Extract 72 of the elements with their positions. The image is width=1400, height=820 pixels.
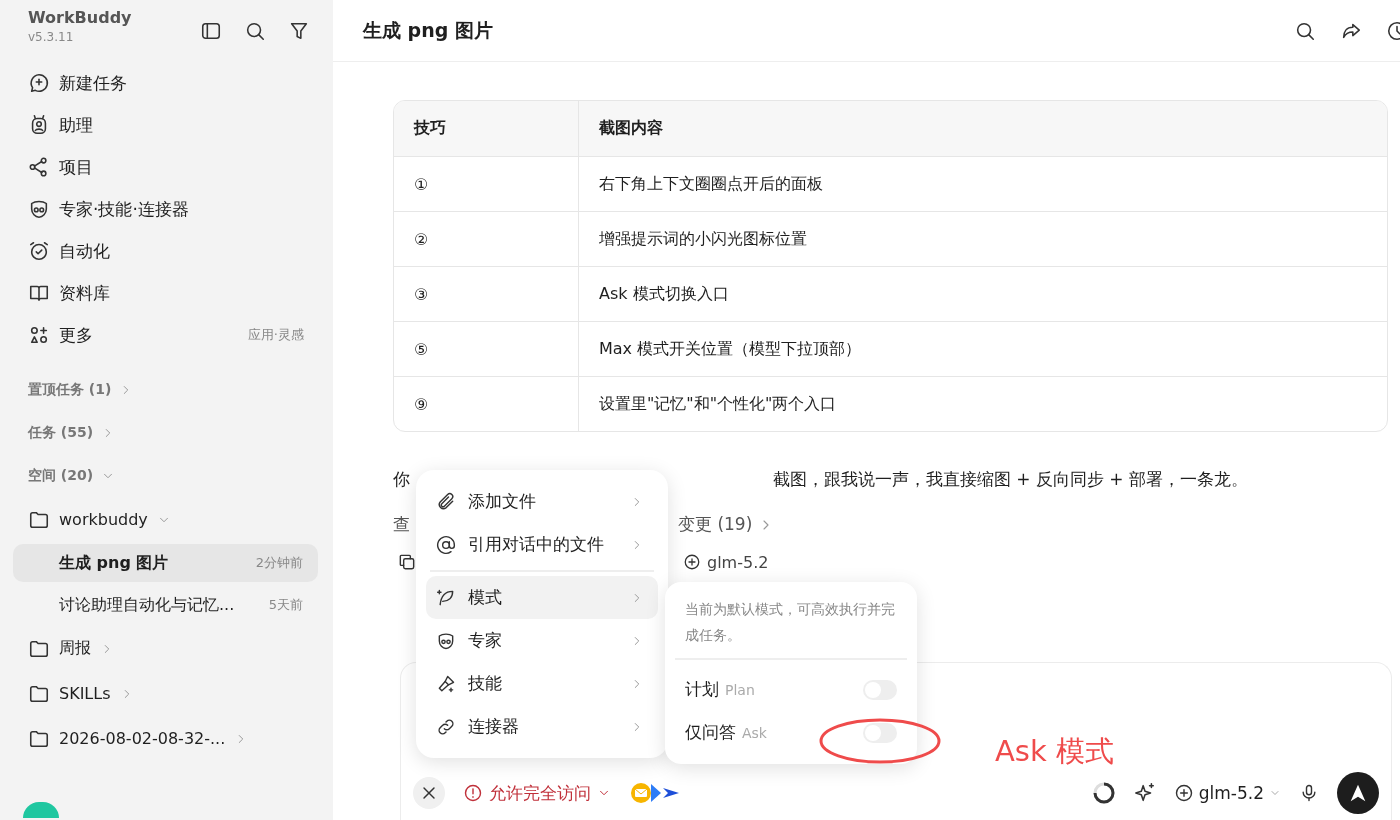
brush-icon <box>436 673 456 694</box>
table-cell: ⑨ <box>394 376 579 431</box>
nav-item[interactable]: 自动化 <box>13 230 318 272</box>
task-item[interactable]: 讨论助理自动化与记忆... 5天前 <box>13 586 318 624</box>
menu-item[interactable]: 添加文件 <box>426 480 658 523</box>
option-label: 计划 Plan <box>685 678 755 701</box>
table-cell: ⑤ <box>394 321 579 376</box>
table-cell: ① <box>394 156 579 211</box>
plus-circle-icon <box>683 553 701 571</box>
toggle-switch[interactable] <box>863 722 897 743</box>
search-icon <box>244 20 266 42</box>
nodes-icon <box>28 156 50 178</box>
message-text: 你 <box>393 468 410 491</box>
menu-item[interactable]: 专家 <box>426 619 658 662</box>
filter-icon <box>288 20 310 42</box>
message-text: 截图，跟我说一声，我直接缩图 + 反向同步 + 部署，一条龙。 <box>772 468 1248 491</box>
chat-title: 生成 png 图片 <box>363 17 493 43</box>
alarm-clock-icon <box>28 240 50 262</box>
mode-description: 当前为默认模式，可高效执行并完成任务。 <box>684 600 896 645</box>
app-name: WorkBuddy <box>28 8 132 27</box>
task-item[interactable]: 生成 png 图片 2分钟前 <box>13 544 318 582</box>
nav-item[interactable]: 新建任务 <box>13 62 318 104</box>
permission-dropdown[interactable]: 允许完全访问 <box>463 781 611 805</box>
context-ring-icon[interactable] <box>1091 781 1116 805</box>
quill-icon <box>436 587 456 608</box>
folder-item[interactable]: workbuddy <box>13 497 318 542</box>
table-cell: ② <box>394 211 579 266</box>
app-version: v5.3.11 <box>28 30 75 44</box>
nav-item[interactable]: 更多 应用·灵感 <box>13 314 318 356</box>
at-sign-icon <box>436 534 456 555</box>
mask-icon <box>436 630 456 651</box>
folder-item[interactable]: 2026-08-02-08-32-... <box>13 716 318 761</box>
annotation-label: Ask 模式 <box>995 733 1114 770</box>
column-header: 截图内容 <box>579 101 1387 156</box>
link-icon <box>436 716 456 737</box>
nav-item[interactable]: 资料库 <box>13 272 318 314</box>
nav-hint: 应用·灵感 <box>247 326 305 344</box>
alert-icon <box>463 783 483 803</box>
link-text[interactable]: 查 <box>393 513 410 536</box>
panel-icon <box>200 20 222 42</box>
table-cell: 右下角上下文圈圈点开后的面板 <box>579 156 1387 211</box>
menu-item[interactable]: 技能 <box>426 662 658 705</box>
plus-circle-icon <box>1173 783 1194 803</box>
sparkle-icon <box>1133 782 1156 804</box>
paperclip-icon <box>436 491 456 512</box>
folder-item[interactable]: SKILLs <box>13 671 318 716</box>
menu-item[interactable]: 引用对话中的文件 <box>426 523 658 566</box>
close-button[interactable] <box>413 777 445 809</box>
table-cell: 增强提示词的小闪光图标位置 <box>579 211 1387 266</box>
nav-item[interactable]: 项目 <box>13 146 318 188</box>
menu-item[interactable]: 模式 <box>426 576 658 619</box>
changes-link[interactable]: 变更 (19) <box>678 513 775 536</box>
folder-item[interactable]: 周报 <box>13 626 318 671</box>
mask-icon <box>28 198 50 220</box>
nav-item[interactable]: 专家·技能·连接器 <box>13 188 318 230</box>
table-cell: Max 模式开关位置（模型下拉顶部） <box>579 321 1387 376</box>
table-cell: ③ <box>394 266 579 321</box>
column-header: 技巧 <box>394 101 579 156</box>
section-header[interactable]: 空间 (20) <box>13 454 318 497</box>
section-header[interactable]: 任务 (55) <box>13 411 318 454</box>
shapes-grid-icon <box>28 324 50 346</box>
nav-item[interactable]: 助理 <box>13 104 318 146</box>
send-button[interactable] <box>1337 772 1379 814</box>
table-cell: Ask 模式切换入口 <box>579 266 1387 321</box>
model-tag: glm-5.2 <box>683 552 769 572</box>
menu-item[interactable]: 连接器 <box>426 705 658 748</box>
table-cell: 设置里"记忆"和"个性化"两个入口 <box>579 376 1387 431</box>
option-label: 仅问答 Ask <box>685 721 767 744</box>
section-header[interactable]: 置顶任务 (1) <box>13 368 318 411</box>
model-dropdown[interactable]: glm-5.2 <box>1173 783 1281 803</box>
new-chat-icon <box>28 72 50 94</box>
copy-icon <box>397 552 417 572</box>
